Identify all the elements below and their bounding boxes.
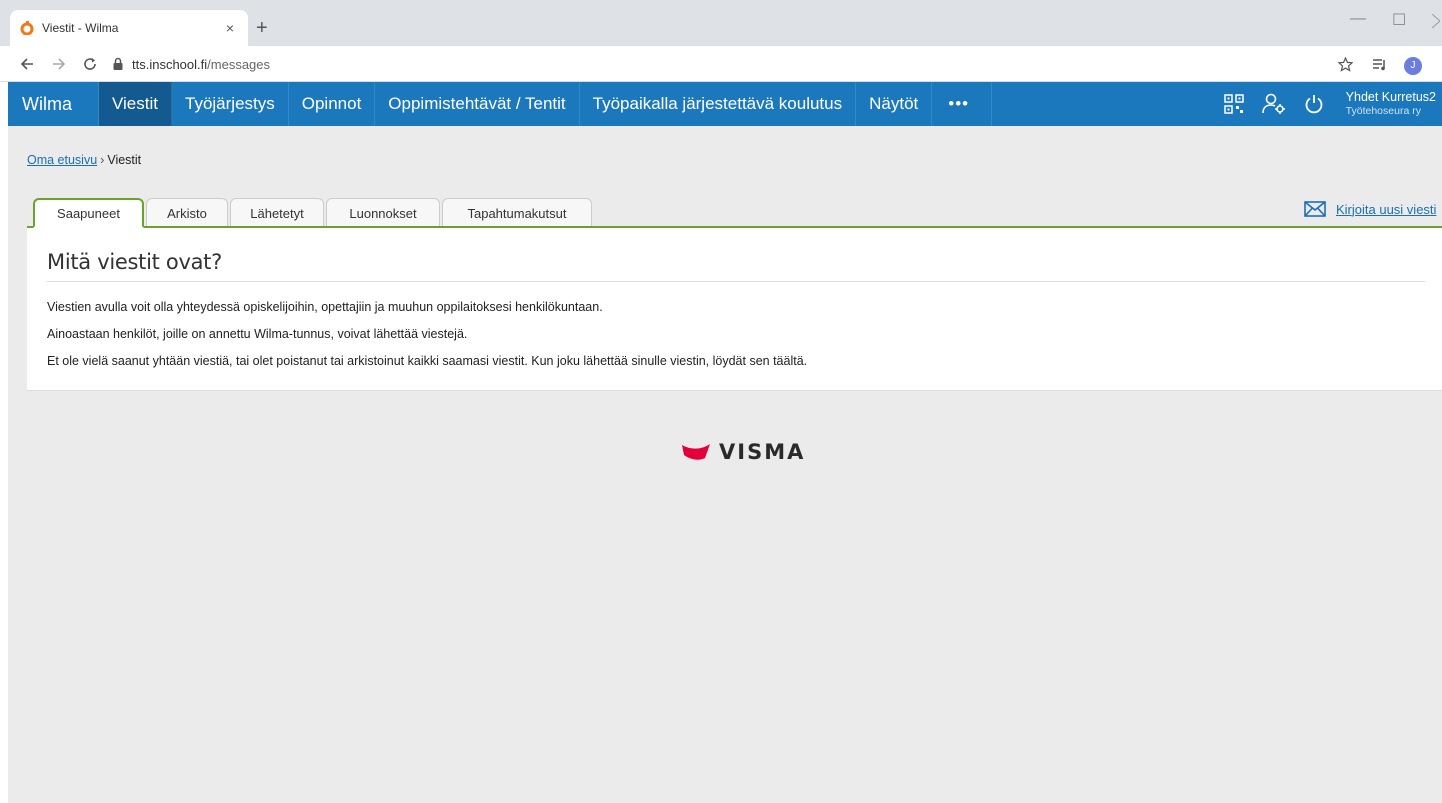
nav-more-button[interactable]: ••• [932,82,993,126]
brand-home-link[interactable]: Wilma [8,82,99,126]
wilma-navbar: Wilma Viestit Työjärjestys Opinnot Oppim… [8,82,1442,126]
url-domain: tts.inschool.fi [132,56,208,72]
visma-wordmark: VISMA [719,440,806,464]
info-line-2: Ainoastaan henkilöt, joille on annettu W… [47,327,468,341]
profile-avatar[interactable]: J [1404,57,1422,75]
write-new-message-link[interactable]: Kirjoita uusi viesti [1304,201,1436,217]
back-icon[interactable] [20,57,34,71]
panel-heading: Mitä viestit ovat? [47,250,222,274]
user-name: Yhdet Kurretus2 [1345,90,1436,105]
breadcrumb-current: Viestit [107,153,142,167]
close-window-icon[interactable] [1432,14,1440,28]
user-organization: Työtehoseura ry [1345,105,1421,118]
url-bar[interactable]: tts.inschool.fi/messages [112,52,1322,76]
browser-toolbar: tts.inschool.fi/messages J [0,46,1442,82]
nav-item-tyojarjestys[interactable]: Työjärjestys [172,82,289,126]
power-icon[interactable] [1298,82,1330,126]
nav-item-opinnot[interactable]: Opinnot [289,82,376,126]
lock-icon [113,57,123,70]
url-path: /messages [207,56,271,72]
user-settings-icon[interactable] [1258,82,1290,126]
info-line-3: Et ole vielä saanut yhtään viestiä, tai … [47,354,808,368]
navbar-right: Yhdet Kurretus2 Työtehoseura ry [1210,82,1442,126]
browser-tabstrip: Viestit - Wilma × + — ☐ [0,0,1442,46]
browser-tab-title: Viestit - Wilma [42,21,119,35]
tab-tapahtumakutsut[interactable]: Tapahtumakutsut [442,198,592,227]
media-playlist-icon[interactable] [1372,58,1387,71]
visma-swoosh-icon [682,444,710,460]
info-line-1: Viestien avulla voit olla yhteydessä opi… [47,300,603,314]
panel-divider [47,281,1425,282]
reload-icon[interactable] [83,57,97,71]
new-tab-button[interactable]: + [256,18,268,38]
maximize-icon[interactable]: ☐ [1392,10,1406,30]
nav-item-tyopaikalla-koulutus[interactable]: Työpaikalla järjestettävä koulutus [580,82,857,126]
envelope-icon [1304,201,1326,217]
messages-panel: Mitä viestit ovat? Viestien avulla voit … [27,228,1442,391]
breadcrumb-home-link[interactable]: Oma etusivu [27,153,97,167]
nav-item-naytot[interactable]: Näytöt [856,82,933,126]
visma-logo: VISMA [681,440,805,464]
tab-saapuneet[interactable]: Saapuneet [33,198,144,228]
breadcrumb: Oma etusivu › Viestit [27,153,141,167]
tab-arkisto[interactable]: Arkisto [146,198,228,227]
nav-item-oppimistehtavat[interactable]: Oppimistehtävät / Tentit [375,82,580,126]
browser-tab[interactable]: Viestit - Wilma × [10,10,248,46]
tab-lahetetyt[interactable]: Lähetetyt [230,198,324,227]
bookmark-star-icon[interactable] [1338,57,1353,72]
wilma-favicon-icon [20,21,34,35]
close-tab-icon[interactable]: × [222,20,238,36]
minimize-icon[interactable]: — [1350,10,1366,28]
forward-icon[interactable] [52,57,66,71]
page-left-edge [0,82,8,803]
nav-item-viestit[interactable]: Viestit [99,82,172,126]
breadcrumb-separator: › [100,153,105,167]
tab-luonnokset[interactable]: Luonnokset [326,198,440,227]
write-new-message-label: Kirjoita uusi viesti [1336,201,1437,217]
qr-code-icon[interactable] [1218,82,1250,126]
user-info[interactable]: Yhdet Kurretus2 Työtehoseura ry [1346,90,1442,118]
